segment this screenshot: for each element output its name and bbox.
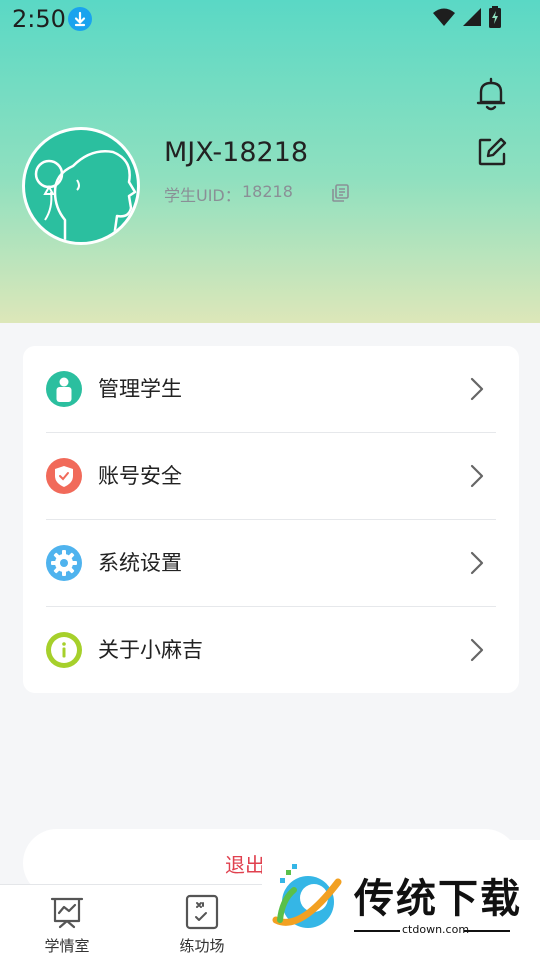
download-badge-icon (68, 7, 92, 31)
nav-item-study-room[interactable]: 学情室 (27, 891, 107, 957)
watermark-title: 传统下载 (354, 876, 522, 922)
profile-header: 2:50 MJX-18218 学生UID： 18218 (0, 0, 540, 323)
watermark-divider (354, 930, 400, 932)
menu-item-system-settings[interactable]: 系统设置 (23, 520, 519, 607)
nav-item-practice[interactable]: 练功场 (162, 891, 242, 957)
gear-icon (46, 545, 82, 581)
battery-icon (488, 6, 502, 32)
copy-icon[interactable] (330, 183, 350, 203)
watermark: 传统下载 ctdown.com (262, 840, 540, 960)
menu-item-label: 系统设置 (98, 551, 182, 575)
chart-board-icon (48, 893, 86, 931)
practice-card-icon (183, 893, 221, 931)
uid-label: 学生UID： (164, 186, 241, 205)
username: MJX-18218 (164, 137, 309, 168)
chevron-right-icon (467, 374, 487, 404)
nav-label: 练功场 (179, 937, 225, 955)
settings-menu: 管理学生 账号安全 系统设置 关于小麻吉 (23, 346, 519, 693)
menu-item-label: 关于小麻吉 (98, 638, 203, 662)
watermark-logo-icon (270, 860, 348, 938)
chevron-right-icon (467, 548, 487, 578)
chevron-right-icon (467, 635, 487, 665)
student-avatar-icon[interactable] (22, 127, 140, 245)
status-bar: 2:50 (0, 0, 540, 36)
status-time: 2:50 (12, 5, 66, 33)
menu-item-label: 管理学生 (98, 377, 182, 401)
menu-item-label: 账号安全 (98, 464, 182, 488)
bell-icon[interactable] (472, 75, 510, 113)
logout-label: 退出 (225, 853, 265, 877)
wifi-icon (432, 7, 456, 31)
uid-value: 18218 (242, 182, 293, 201)
nav-label: 学情室 (44, 937, 90, 955)
info-icon (46, 632, 82, 668)
signal-icon (462, 7, 482, 31)
menu-item-about[interactable]: 关于小麻吉 (23, 607, 519, 694)
edit-icon[interactable] (476, 136, 508, 168)
watermark-domain: ctdown.com (402, 923, 470, 936)
menu-item-manage-students[interactable]: 管理学生 (23, 346, 519, 433)
shield-icon (46, 458, 82, 494)
watermark-divider (464, 930, 510, 932)
student-manage-icon (46, 371, 82, 407)
chevron-right-icon (467, 461, 487, 491)
menu-item-account-security[interactable]: 账号安全 (23, 433, 519, 520)
